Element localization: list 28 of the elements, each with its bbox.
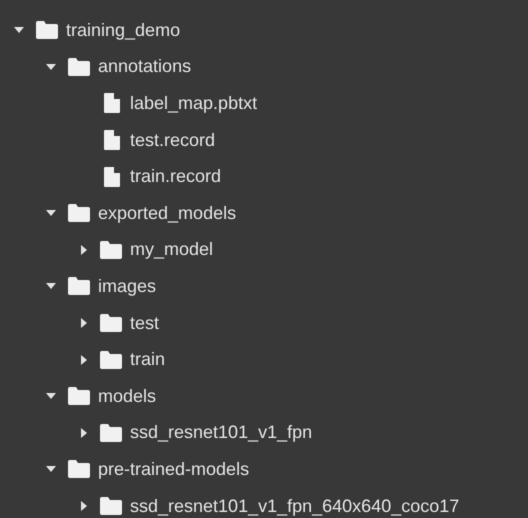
file-icon [104,93,120,114]
folder-name[interactable]: images [98,276,156,297]
folder-name[interactable]: ssd_resnet101_v1_fpn [130,422,312,444]
folder-icon [100,314,122,332]
folder-icon [68,204,90,222]
folder-icon [68,387,90,406]
folder-icon [68,460,90,478]
file-icon [104,130,120,150]
folder-icon [100,497,122,516]
folder-name[interactable]: train [130,349,166,370]
file-name[interactable]: test.record [130,130,216,151]
folder-name[interactable]: test [130,312,160,334]
folder-icon [100,350,122,369]
folder-name[interactable]: pre-trained-models [98,458,250,480]
file-name[interactable]: train.record [130,166,222,188]
folder-icon [68,58,90,76]
folder-name[interactable]: models [98,386,156,407]
file-name[interactable]: label_map.pbtxt [130,92,258,114]
folder-icon [100,240,122,259]
folder-name[interactable]: exported_models [98,202,236,224]
folder-icon [36,21,58,40]
folder-icon [68,277,90,296]
folder-name[interactable]: training_demo [66,20,180,41]
file-icon [104,166,120,187]
folder-name[interactable]: ssd_resnet101_v1_fpn_640x640_coco17 [130,496,460,517]
folder-name[interactable]: my_model [130,239,214,260]
folder-icon [100,424,122,442]
folder-name[interactable]: annotations [98,56,192,78]
